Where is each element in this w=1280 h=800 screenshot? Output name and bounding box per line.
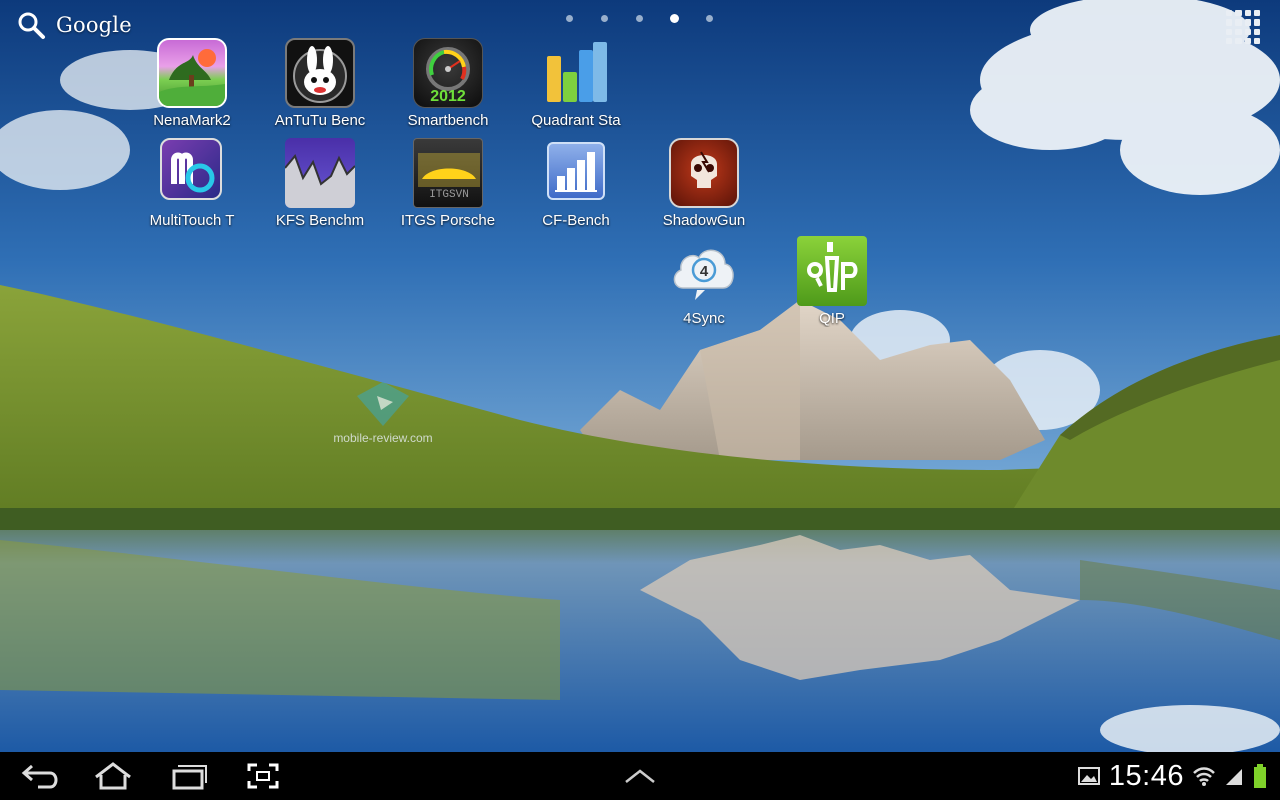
signal-icon xyxy=(1226,769,1242,785)
screenshot-icon xyxy=(247,763,279,789)
smartbench-gauge-icon: 2012 xyxy=(413,38,483,108)
home-screen: Google NenaMark2 AnTuTu Benc 2012 Smartb… xyxy=(0,0,1280,800)
app-qip[interactable]: QIP xyxy=(768,236,896,332)
smartbench-year: 2012 xyxy=(430,88,466,105)
chevron-up-icon xyxy=(625,769,655,783)
app-label: ShadowGun xyxy=(662,212,746,229)
cf-bench-bars-icon xyxy=(547,142,605,200)
wifi-icon xyxy=(1193,767,1215,786)
app-multitouch[interactable]: MultiTouch T xyxy=(128,138,256,234)
page-dot-2 xyxy=(601,15,608,22)
google-search-bar[interactable]: Google xyxy=(16,10,132,40)
watermark-logo xyxy=(357,382,409,426)
app-itgs-porsche[interactable]: ITGSVN ITGS Porsche xyxy=(384,138,512,234)
4sync-cloud-icon: 4 xyxy=(669,236,739,306)
svg-text:4: 4 xyxy=(700,263,709,280)
itgs-car-icon: ITGSVN xyxy=(413,138,483,208)
app-kfs-bench[interactable]: KFS Benchm xyxy=(256,138,384,234)
google-label: Google xyxy=(56,13,132,37)
clock: 15:46 xyxy=(1108,759,1184,792)
battery-icon xyxy=(1254,764,1266,788)
apps-grid-icon[interactable] xyxy=(1224,8,1262,46)
app-label: NenaMark2 xyxy=(153,112,231,129)
app-cf-bench[interactable]: CF-Bench xyxy=(512,138,640,234)
app-antutu[interactable]: AnTuTu Benc xyxy=(256,38,384,134)
page-dot-3 xyxy=(636,15,643,22)
search-icon xyxy=(18,12,45,39)
page-dot-1 xyxy=(566,15,573,22)
nenamark2-icon xyxy=(157,38,227,108)
app-label: QIP xyxy=(819,310,845,327)
app-label: AnTuTu Benc xyxy=(274,112,366,129)
kfs-chart-icon xyxy=(285,138,355,208)
app-shadowgun[interactable]: ShadowGun xyxy=(640,138,768,234)
app-label: CF-Bench xyxy=(542,212,610,229)
app-label: 4Sync xyxy=(683,310,725,327)
antutu-rabbit-icon xyxy=(285,38,355,108)
quadrant-bars-icon xyxy=(541,38,611,108)
back-icon xyxy=(21,764,58,789)
mini-apps-tray-button[interactable] xyxy=(620,758,660,794)
recent-apps-icon xyxy=(172,765,207,790)
back-button[interactable] xyxy=(18,758,62,794)
page-indicator xyxy=(560,12,720,24)
page-dot-5 xyxy=(706,15,713,22)
itgs-logo-text: ITGSVN xyxy=(429,189,469,201)
app-label: ITGS Porsche xyxy=(400,212,496,229)
home-button[interactable] xyxy=(90,758,136,794)
qip-icon xyxy=(797,236,867,306)
watermark-text: mobile-review.com xyxy=(333,431,433,445)
app-label: KFS Benchm xyxy=(275,212,365,229)
app-label: Smartbench xyxy=(407,112,489,129)
app-label: MultiTouch T xyxy=(149,212,235,229)
home-icon xyxy=(95,762,131,790)
app-smartbench[interactable]: 2012 Smartbench xyxy=(384,38,512,134)
shadowgun-skull-icon xyxy=(669,138,739,208)
app-label: Quadrant Sta xyxy=(531,112,621,129)
app-nenamark2[interactable]: NenaMark2 xyxy=(128,38,256,134)
watermark: mobile-review.com xyxy=(330,380,436,452)
screenshot-button[interactable] xyxy=(240,758,286,794)
multitouch-icon xyxy=(160,138,222,200)
status-area[interactable]: 15:46 xyxy=(1077,752,1268,800)
gallery-notification-icon xyxy=(1077,767,1100,785)
app-4sync[interactable]: 4 4Sync xyxy=(640,236,768,332)
app-quadrant[interactable]: Quadrant Sta xyxy=(512,38,640,134)
recent-apps-button[interactable] xyxy=(166,758,210,794)
page-dot-4-active xyxy=(670,14,679,23)
